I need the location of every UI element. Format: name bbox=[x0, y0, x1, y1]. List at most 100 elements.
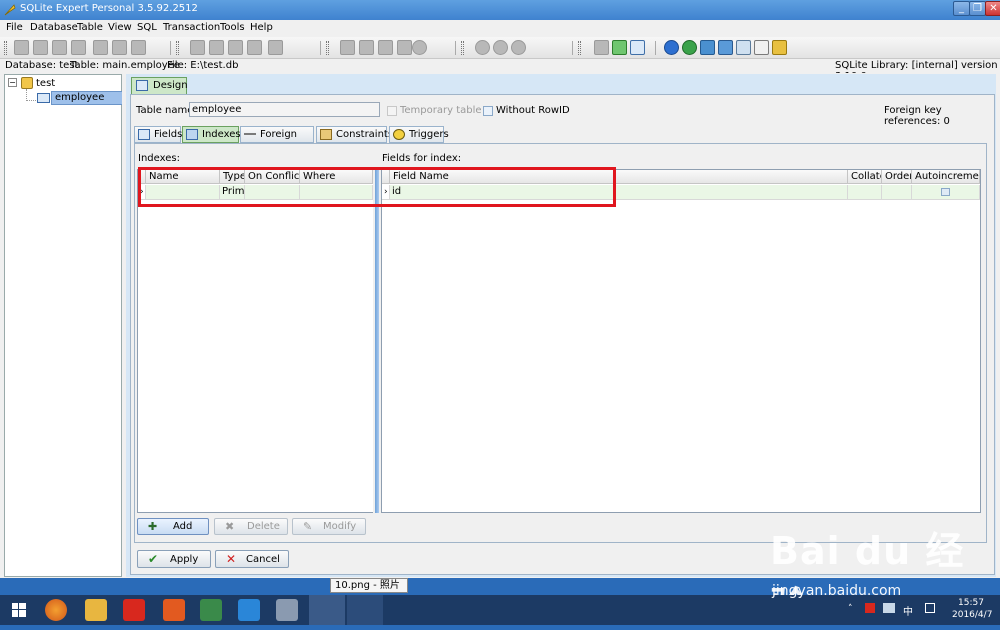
paint-icon[interactable] bbox=[276, 599, 298, 621]
indexes-label: Indexes: bbox=[138, 153, 180, 164]
menu-transaction[interactable]: Transaction bbox=[163, 22, 220, 33]
cancel-button[interactable]: ✕ Cancel bbox=[215, 550, 289, 568]
drop-table-icon[interactable] bbox=[247, 40, 262, 55]
firefox-icon[interactable] bbox=[45, 599, 67, 621]
new-table-icon[interactable] bbox=[190, 40, 205, 55]
field-autoincrement-cell[interactable] bbox=[912, 185, 980, 200]
column-header-autoincrement[interactable]: Autoincrement bbox=[912, 170, 980, 184]
new-index-icon[interactable] bbox=[378, 40, 393, 55]
open-database-icon[interactable] bbox=[33, 40, 48, 55]
baidu-url-watermark: jingyan.baidu.com bbox=[772, 583, 902, 599]
new-trigger-icon[interactable] bbox=[359, 40, 374, 55]
menu-database[interactable]: Database bbox=[30, 22, 78, 33]
app-feather-icon bbox=[4, 4, 16, 16]
without-rowid-checkbox[interactable] bbox=[483, 106, 493, 116]
toolbar-grip[interactable] bbox=[461, 41, 464, 55]
menu-tools[interactable]: Tools bbox=[220, 22, 245, 33]
mail-icon[interactable] bbox=[736, 40, 751, 55]
attach-database-icon[interactable] bbox=[52, 40, 67, 55]
table-name-label: Table name: bbox=[136, 105, 197, 116]
empty-table-icon[interactable] bbox=[268, 40, 283, 55]
grid-splitter[interactable] bbox=[373, 168, 381, 513]
new-view-icon[interactable] bbox=[340, 40, 355, 55]
column-header-order[interactable]: Order bbox=[882, 170, 912, 184]
close-button[interactable]: ✕ bbox=[985, 1, 1000, 16]
maximize-button[interactable]: ❐ bbox=[969, 1, 986, 16]
ime-indicator[interactable]: 中 bbox=[903, 603, 913, 618]
minimize-button[interactable]: _ bbox=[953, 1, 970, 16]
toolbar-grip[interactable] bbox=[4, 41, 7, 55]
tray-chevron-icon[interactable]: ˄ bbox=[848, 604, 853, 614]
modify-button[interactable]: ✎ Modify bbox=[292, 518, 366, 535]
window-icon[interactable] bbox=[630, 40, 645, 55]
chart-app-icon[interactable] bbox=[200, 599, 222, 621]
file-explorer-icon[interactable] bbox=[85, 599, 107, 621]
tree-line bbox=[26, 89, 36, 101]
menu-file[interactable]: File bbox=[6, 22, 23, 33]
rename-table-icon[interactable] bbox=[228, 40, 243, 55]
sql-query-icon[interactable] bbox=[700, 40, 715, 55]
toolbar-grip[interactable] bbox=[578, 41, 581, 55]
delete-button[interactable]: ✖ Delete bbox=[214, 518, 288, 535]
menu-table[interactable]: Table bbox=[77, 22, 103, 33]
tab-constraints[interactable]: Constraints bbox=[316, 126, 393, 143]
tree-node-employee[interactable]: employee bbox=[51, 91, 123, 105]
sqlite-expert-taskbar-icon[interactable] bbox=[309, 595, 345, 625]
backup-icon[interactable] bbox=[93, 40, 108, 55]
indexes-icon bbox=[186, 129, 198, 140]
lock-document-icon[interactable] bbox=[754, 40, 769, 55]
tab-fields[interactable]: Fields bbox=[134, 126, 182, 143]
toolbar-grip[interactable] bbox=[176, 41, 179, 55]
photos-taskbar-icon[interactable] bbox=[347, 595, 383, 625]
column-header-collate[interactable]: Collate bbox=[848, 170, 882, 184]
autoincrement-checkbox[interactable] bbox=[941, 188, 950, 196]
previous-record-icon[interactable] bbox=[493, 40, 508, 55]
splitter-bar bbox=[375, 168, 379, 513]
design-table-icon[interactable] bbox=[209, 40, 224, 55]
stop-icon[interactable] bbox=[412, 40, 427, 55]
app-red-icon[interactable] bbox=[123, 599, 145, 621]
taskbar-clock[interactable]: 15:57 2016/4/7 bbox=[952, 597, 992, 621]
toolbar-grip[interactable] bbox=[326, 41, 329, 55]
tree-node-test[interactable]: test bbox=[36, 78, 55, 89]
first-record-icon[interactable] bbox=[475, 40, 490, 55]
tree-collapse-icon[interactable]: − bbox=[8, 78, 17, 87]
messenger-icon[interactable] bbox=[238, 599, 260, 621]
detach-database-icon[interactable] bbox=[71, 40, 86, 55]
refresh-icon[interactable] bbox=[682, 40, 697, 55]
edit-object-icon[interactable] bbox=[397, 40, 412, 55]
about-feather-icon[interactable] bbox=[772, 40, 787, 55]
menu-help[interactable]: Help bbox=[250, 22, 273, 33]
database-info: Database: test bbox=[5, 60, 79, 71]
tray-app-icon[interactable] bbox=[865, 603, 875, 613]
pen-icon[interactable] bbox=[718, 40, 733, 55]
menu-view[interactable]: View bbox=[108, 22, 132, 33]
filter-icon[interactable] bbox=[612, 40, 627, 55]
field-collate-cell[interactable] bbox=[848, 185, 882, 200]
next-record-icon[interactable] bbox=[511, 40, 526, 55]
vacuum-icon[interactable] bbox=[131, 40, 146, 55]
tab-design[interactable]: Design bbox=[131, 77, 188, 94]
java-icon[interactable] bbox=[163, 599, 185, 621]
database-tree[interactable]: − test employee bbox=[4, 74, 123, 577]
indexes-grid[interactable]: Name Type On Conflict Where › Prima bbox=[137, 169, 374, 513]
toolbar-separator bbox=[455, 41, 456, 55]
add-button[interactable]: ✚ Add bbox=[137, 518, 209, 535]
tab-indexes[interactable]: Indexes bbox=[182, 126, 241, 143]
tray-network-icon[interactable] bbox=[883, 603, 895, 613]
temporary-table-checkbox[interactable] bbox=[387, 106, 397, 116]
table-name-input[interactable]: employee bbox=[189, 102, 380, 117]
fields-for-index-grid[interactable]: Field Name Collate Order Autoincrement ›… bbox=[381, 169, 981, 513]
new-database-icon[interactable] bbox=[14, 40, 29, 55]
settings-gear-icon[interactable] bbox=[594, 40, 609, 55]
design-tab-label: Design bbox=[153, 80, 188, 91]
tab-triggers[interactable]: Triggers bbox=[389, 126, 449, 143]
restore-icon[interactable] bbox=[112, 40, 127, 55]
windows-start-icon[interactable] bbox=[8, 599, 30, 621]
help-icon[interactable] bbox=[664, 40, 679, 55]
apply-button[interactable]: ✔ Apply bbox=[137, 550, 211, 568]
tray-action-icon[interactable] bbox=[925, 603, 935, 613]
field-order-cell[interactable] bbox=[882, 185, 912, 200]
tab-foreign-keys[interactable]: Foreign Keys bbox=[240, 126, 314, 155]
menu-sql[interactable]: SQL bbox=[137, 22, 157, 33]
